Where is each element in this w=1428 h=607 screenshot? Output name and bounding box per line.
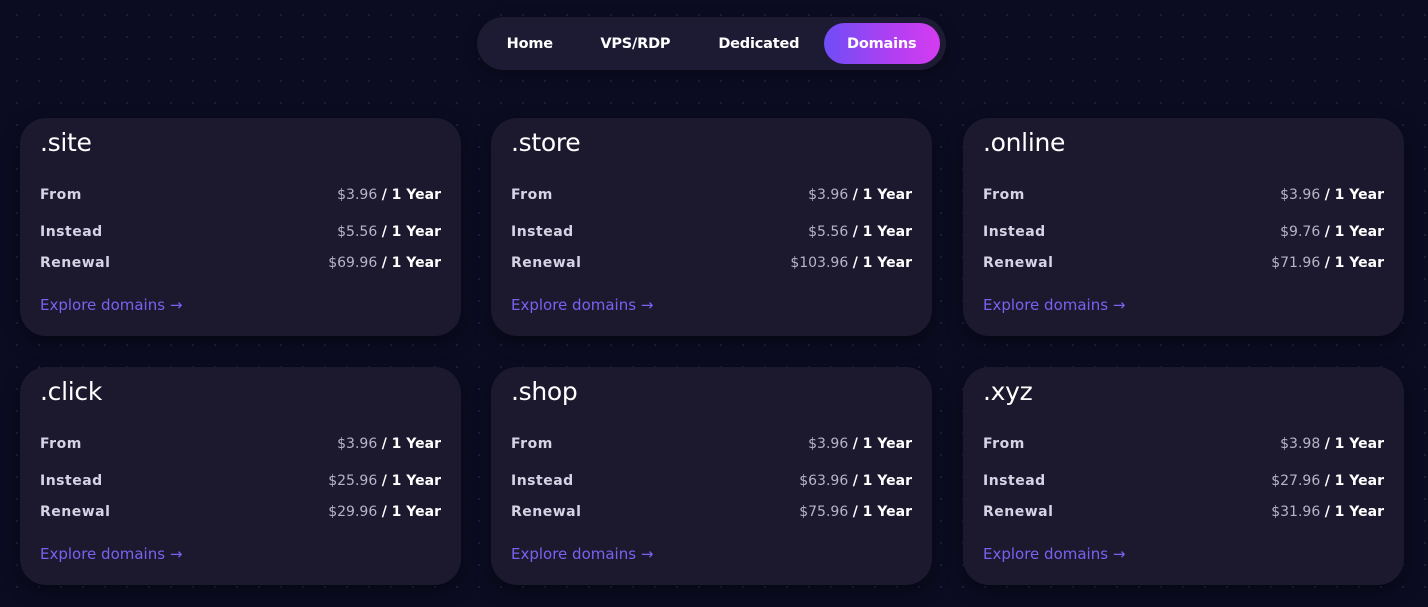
from-price: $3.96 [337, 436, 378, 452]
domain-tld: .online [983, 128, 1066, 157]
price-row-from: From $3.96 / 1 Year [40, 185, 441, 205]
renewal-label: Renewal [511, 504, 582, 520]
from-label: From [983, 187, 1025, 203]
instead-price: $5.56 [337, 224, 378, 240]
period-label: / 1 Year [1324, 255, 1384, 271]
nav-domains[interactable]: Domains [823, 23, 940, 64]
domain-tld: .store [511, 128, 581, 157]
instead-label: Instead [40, 224, 103, 240]
renewal-price: $75.96 [799, 504, 849, 520]
from-label: From [511, 436, 553, 452]
instead-price: $25.96 [328, 473, 378, 489]
period-label: / 1 Year [852, 504, 912, 520]
renewal-label: Renewal [40, 255, 111, 271]
explore-domains-link[interactable]: Explore domains → [511, 296, 653, 314]
period-label: / 1 Year [1324, 436, 1384, 452]
domain-card-store: .store From $3.96 / 1 Year Instead $5.56… [491, 118, 932, 336]
from-label: From [40, 436, 82, 452]
from-price: $3.96 [1280, 187, 1321, 203]
period-label: / 1 Year [381, 504, 441, 520]
renewal-label: Renewal [983, 504, 1054, 520]
price-row-instead: Instead $63.96 / 1 Year [511, 471, 912, 491]
price-row-from: From $3.96 / 1 Year [40, 434, 441, 454]
period-label: / 1 Year [852, 436, 912, 452]
from-price: $3.96 [337, 187, 378, 203]
price-row-instead: Instead $5.56 / 1 Year [511, 222, 912, 242]
domain-tld: .shop [511, 377, 578, 406]
period-label: / 1 Year [852, 187, 912, 203]
domain-card-xyz: .xyz From $3.98 / 1 Year Instead $27.96 … [963, 367, 1404, 585]
from-price: $3.96 [808, 436, 849, 452]
period-label: / 1 Year [381, 187, 441, 203]
period-label: / 1 Year [1324, 473, 1384, 489]
main-nav: Home VPS/RDP Dedicated Domains [477, 17, 946, 70]
domain-card-click: .click From $3.96 / 1 Year Instead $25.9… [20, 367, 461, 585]
instead-label: Instead [511, 473, 574, 489]
renewal-price: $103.96 [790, 255, 849, 271]
from-price: $3.98 [1280, 436, 1321, 452]
renewal-price: $71.96 [1271, 255, 1321, 271]
price-row-from: From $3.96 / 1 Year [511, 185, 912, 205]
from-price: $3.96 [808, 187, 849, 203]
price-row-instead: Instead $25.96 / 1 Year [40, 471, 441, 491]
price-row-instead: Instead $9.76 / 1 Year [983, 222, 1384, 242]
renewal-price: $29.96 [328, 504, 378, 520]
price-row-instead: Instead $5.56 / 1 Year [40, 222, 441, 242]
period-label: / 1 Year [381, 436, 441, 452]
nav-home[interactable]: Home [483, 23, 577, 64]
instead-label: Instead [983, 473, 1046, 489]
nav-dedicated[interactable]: Dedicated [694, 23, 823, 64]
domain-tld: .site [40, 128, 92, 157]
period-label: / 1 Year [381, 473, 441, 489]
domain-card-online: .online From $3.96 / 1 Year Instead $9.7… [963, 118, 1404, 336]
domain-card-site: .site From $3.96 / 1 Year Instead $5.56 … [20, 118, 461, 336]
period-label: / 1 Year [1324, 224, 1384, 240]
instead-price: $63.96 [799, 473, 849, 489]
explore-domains-link[interactable]: Explore domains → [40, 296, 182, 314]
explore-domains-link[interactable]: Explore domains → [983, 296, 1125, 314]
domain-tld: .click [40, 377, 103, 406]
period-label: / 1 Year [381, 224, 441, 240]
period-label: / 1 Year [1324, 504, 1384, 520]
domain-tld: .xyz [983, 377, 1033, 406]
instead-label: Instead [40, 473, 103, 489]
explore-domains-link[interactable]: Explore domains → [983, 545, 1125, 563]
instead-price: $9.76 [1280, 224, 1321, 240]
explore-domains-link[interactable]: Explore domains → [40, 545, 182, 563]
instead-price: $27.96 [1271, 473, 1321, 489]
price-row-renewal: Renewal $75.96 / 1 Year [511, 502, 912, 522]
price-row-renewal: Renewal $71.96 / 1 Year [983, 253, 1384, 273]
period-label: / 1 Year [852, 473, 912, 489]
renewal-label: Renewal [40, 504, 111, 520]
price-row-renewal: Renewal $103.96 / 1 Year [511, 253, 912, 273]
price-row-renewal: Renewal $69.96 / 1 Year [40, 253, 441, 273]
explore-domains-link[interactable]: Explore domains → [511, 545, 653, 563]
price-row-from: From $3.96 / 1 Year [511, 434, 912, 454]
period-label: / 1 Year [381, 255, 441, 271]
period-label: / 1 Year [1324, 187, 1384, 203]
renewal-label: Renewal [983, 255, 1054, 271]
period-label: / 1 Year [852, 255, 912, 271]
nav-vps-rdp[interactable]: VPS/RDP [577, 23, 694, 64]
domain-card-shop: .shop From $3.96 / 1 Year Instead $63.96… [491, 367, 932, 585]
renewal-label: Renewal [511, 255, 582, 271]
instead-label: Instead [983, 224, 1046, 240]
instead-price: $5.56 [808, 224, 849, 240]
price-row-instead: Instead $27.96 / 1 Year [983, 471, 1384, 491]
price-row-from: From $3.98 / 1 Year [983, 434, 1384, 454]
from-label: From [983, 436, 1025, 452]
from-label: From [40, 187, 82, 203]
renewal-price: $69.96 [328, 255, 378, 271]
price-row-renewal: Renewal $31.96 / 1 Year [983, 502, 1384, 522]
period-label: / 1 Year [852, 224, 912, 240]
from-label: From [511, 187, 553, 203]
price-row-from: From $3.96 / 1 Year [983, 185, 1384, 205]
instead-label: Instead [511, 224, 574, 240]
price-row-renewal: Renewal $29.96 / 1 Year [40, 502, 441, 522]
renewal-price: $31.96 [1271, 504, 1321, 520]
